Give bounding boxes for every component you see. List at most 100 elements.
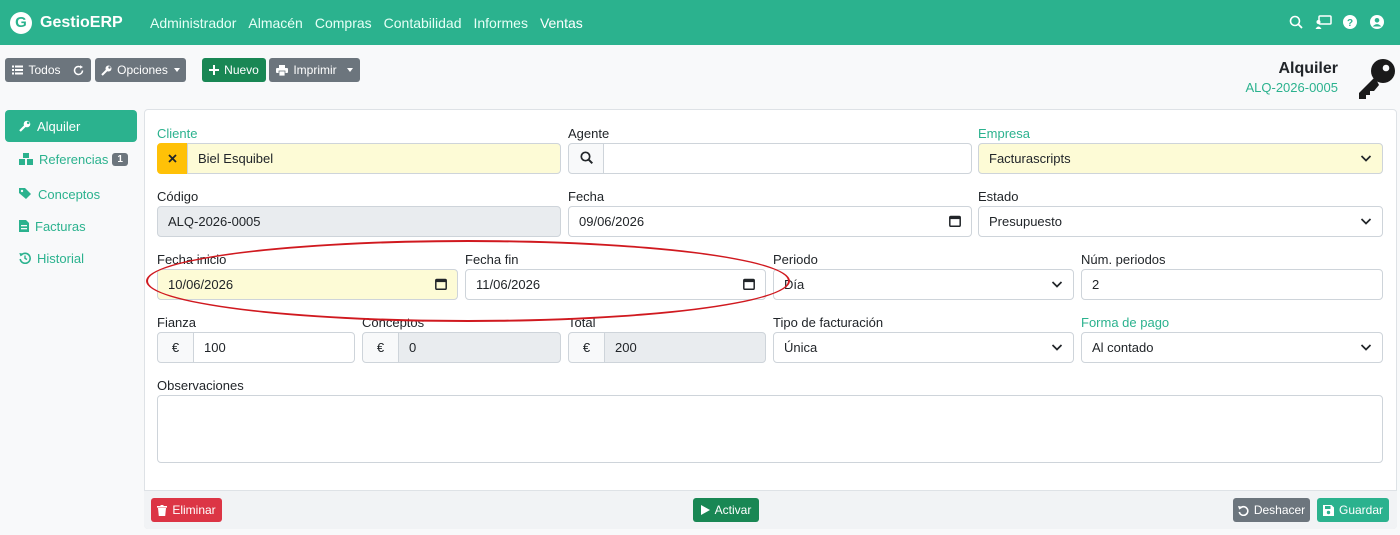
forma-pago-select[interactable]: Al contado: [1081, 332, 1383, 363]
agente-field[interactable]: [603, 143, 972, 174]
fecha-inicio-value: 10/06/2026: [168, 277, 234, 292]
periodo-select[interactable]: Día: [773, 269, 1074, 300]
nav-item-administrador[interactable]: Administrador: [150, 15, 236, 31]
conceptos-label: Conceptos: [362, 315, 425, 330]
sidebar-item-label: Historial: [37, 250, 84, 266]
tipo-facturacion-label: Tipo de facturación: [773, 315, 884, 330]
chevron-down-icon: [1360, 152, 1372, 164]
num-periodos-field[interactable]: 2: [1081, 269, 1383, 300]
codigo-label: Código: [157, 189, 199, 204]
brand[interactable]: G GestioERP: [10, 11, 150, 34]
fecha-label: Fecha: [568, 189, 605, 204]
chevron-down-icon: [1051, 278, 1063, 290]
nav-menu: Administrador Almacén Compras Contabilid…: [150, 0, 595, 45]
sidebar-item-facturas[interactable]: Facturas: [5, 210, 137, 242]
question-circle-icon[interactable]: ?: [1341, 13, 1359, 31]
sidebar-item-conceptos[interactable]: Conceptos: [5, 178, 137, 210]
fecha-fin-value: 11/06/2026: [476, 277, 541, 292]
estado-select[interactable]: Presupuesto: [978, 206, 1383, 237]
calendar-icon[interactable]: [743, 278, 755, 290]
page-code: ALQ-2026-0005: [1245, 80, 1338, 95]
chevron-down-icon: [1360, 215, 1372, 227]
fecha-fin-field[interactable]: 11/06/2026: [465, 269, 766, 300]
refresh-icon[interactable]: [73, 64, 84, 76]
search-icon: [579, 150, 593, 167]
sidebar-item-label: Facturas: [35, 218, 86, 234]
wrench-icon: [101, 65, 112, 76]
calendar-icon[interactable]: [435, 278, 447, 290]
euro-addon: €: [568, 332, 605, 363]
list-icon: [12, 65, 24, 75]
nav-item-ventas[interactable]: Ventas: [540, 15, 583, 31]
play-icon: [700, 505, 710, 515]
file-invoice-icon: [19, 220, 29, 232]
agente-search-button[interactable]: [568, 143, 604, 174]
delete-button[interactable]: Eliminar: [151, 498, 222, 522]
key-icon: [1356, 58, 1396, 103]
options-button[interactable]: Opciones: [95, 58, 186, 82]
activate-button[interactable]: Activar: [693, 498, 759, 522]
all-button[interactable]: Todos: [5, 58, 91, 82]
estado-label: Estado: [978, 189, 1019, 204]
fecha-field[interactable]: 09/06/2026: [568, 206, 972, 237]
fianza-label: Fianza: [157, 315, 197, 330]
periodo-value: Día: [784, 277, 805, 292]
trash-icon: [157, 504, 168, 516]
tipo-facturacion-value: Única: [784, 340, 818, 355]
undo-icon: [1237, 505, 1249, 516]
forma-pago-label: Forma de pago: [1081, 315, 1170, 330]
delete-label: Eliminar: [172, 503, 216, 517]
top-navbar: G GestioERP Administrador Almacén Compra…: [0, 0, 1400, 45]
nav-item-compras[interactable]: Compras: [315, 15, 372, 31]
save-label: Guardar: [1338, 503, 1384, 517]
wrench-icon: [19, 120, 31, 132]
sidebar-item-historial[interactable]: Historial: [5, 242, 137, 274]
plus-icon: [209, 65, 220, 75]
page-heading: Alquiler ALQ-2026-0005: [1245, 60, 1338, 95]
fianza-field[interactable]: 100: [193, 332, 355, 363]
estado-value: Presupuesto: [989, 214, 1062, 229]
chalkboard-user-icon[interactable]: [1314, 13, 1332, 31]
new-button[interactable]: Nuevo: [202, 58, 266, 82]
sidebar-item-label: Referencias: [39, 151, 109, 167]
brand-name: GestioERP: [40, 13, 123, 31]
card-footer: [144, 490, 1397, 529]
total-field: 200: [604, 332, 766, 363]
print-label: Imprimir: [293, 63, 337, 77]
num-periodos-label: Núm. periodos: [1081, 252, 1166, 267]
periodo-label: Periodo: [773, 252, 818, 267]
nav-item-contabilidad[interactable]: Contabilidad: [384, 15, 462, 31]
page-title: Alquiler: [1278, 60, 1338, 77]
undo-button[interactable]: Deshacer: [1233, 498, 1310, 522]
fecha-inicio-field[interactable]: 10/06/2026: [157, 269, 458, 300]
user-circle-icon[interactable]: [1368, 13, 1386, 31]
observaciones-textarea[interactable]: [157, 395, 1383, 463]
chevron-down-icon: [1360, 341, 1372, 353]
fecha-value: 09/06/2026: [579, 214, 645, 229]
calendar-icon[interactable]: [949, 215, 961, 227]
chevron-down-icon[interactable]: [346, 68, 353, 72]
empresa-value: Facturascripts: [989, 151, 1071, 166]
chevron-down-icon: [1051, 341, 1063, 353]
print-button[interactable]: Imprimir: [269, 58, 360, 82]
codigo-field: ALQ-2026-0005: [157, 206, 561, 237]
sidebar-item-alquiler[interactable]: Alquiler: [5, 110, 137, 142]
all-label: Todos: [28, 63, 61, 77]
search-icon[interactable]: [1287, 13, 1305, 31]
tipo-facturacion-select[interactable]: Única: [773, 332, 1074, 363]
fecha-fin-label: Fecha fin: [465, 252, 519, 267]
save-button[interactable]: Guardar: [1317, 498, 1389, 522]
history-icon: [19, 252, 31, 264]
fecha-inicio-label: Fecha inicio: [157, 252, 227, 267]
empresa-select[interactable]: Facturascripts: [978, 143, 1383, 174]
cliente-field[interactable]: Biel Esquibel: [187, 143, 561, 174]
sidebar-item-referencias[interactable]: Referencias 1: [5, 143, 137, 175]
count-badge: 1: [112, 152, 128, 166]
sidebar-item-label: Conceptos: [38, 186, 101, 202]
nav-icons: ?: [1278, 13, 1386, 31]
nav-item-informes[interactable]: Informes: [473, 15, 527, 31]
svg-text:?: ?: [1347, 18, 1353, 29]
conceptos-field: 0: [398, 332, 561, 363]
clear-client-button[interactable]: [157, 143, 188, 174]
nav-item-almacen[interactable]: Almacén: [248, 15, 302, 31]
